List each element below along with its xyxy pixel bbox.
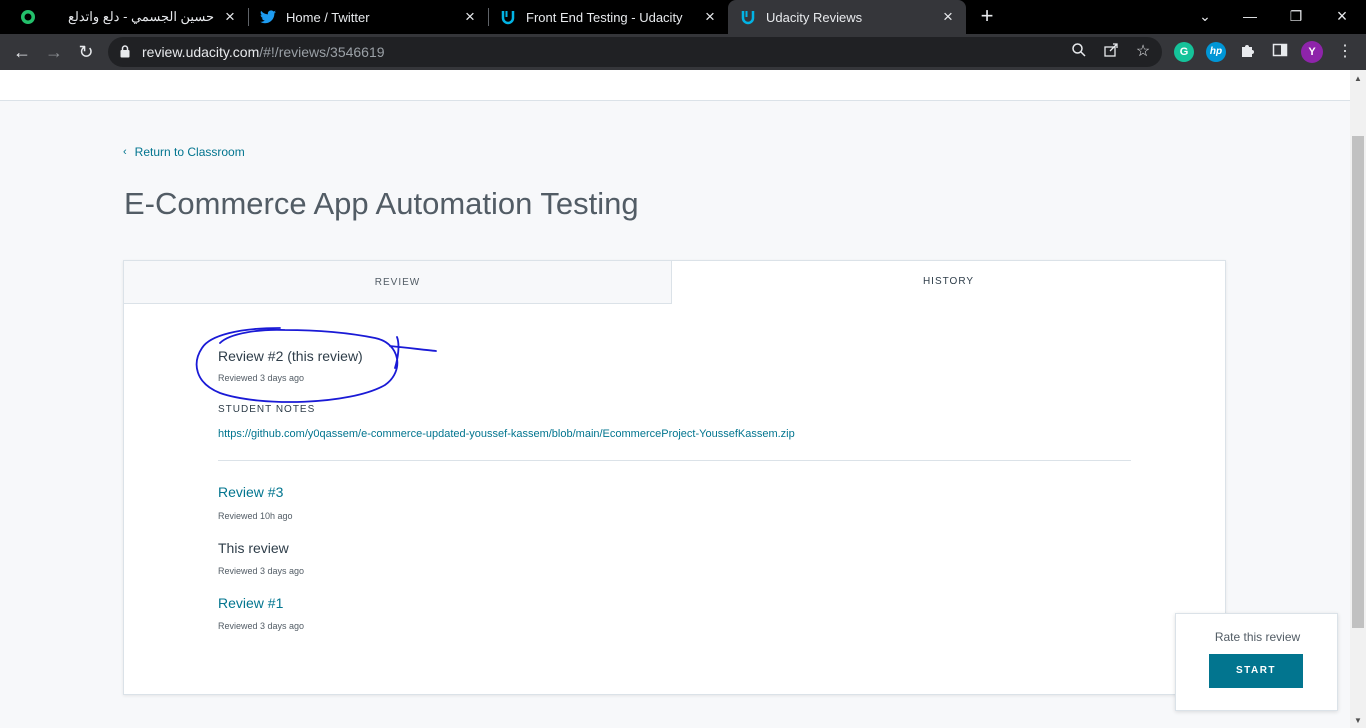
bookmark-star-icon[interactable]: ☆ [1133,42,1153,62]
restore-icon[interactable]: ❐ [1284,4,1308,28]
history-item-meta: Reviewed 3 days ago [218,566,305,576]
close-window-icon[interactable]: × [1330,4,1354,28]
minimize-icon[interactable]: — [1238,4,1262,28]
tab-review[interactable]: REVIEW [124,261,672,304]
student-notes-link[interactable]: https://github.com/y0qassem/e-commerce-u… [218,428,795,440]
rate-review-title: Rate this review [1214,630,1301,644]
new-tab-plus-icon[interactable]: + [976,5,998,29]
forward-arrow-icon[interactable]: → [42,40,66,64]
close-tab-icon[interactable]: × [938,7,958,27]
tab-udacity-reviews[interactable]: Udacity Reviews × [728,0,966,34]
browser-toolbar: ← → ↻ review.udacity.com/#!/reviews/3546… [0,34,1366,70]
close-tab-icon[interactable]: × [460,7,480,27]
student-notes-label: STUDENT NOTES [218,404,316,415]
browser-window: حسين الجسمي - دلع واتدلع × Home / Twitte… [0,0,1366,728]
url-path: /#!/reviews/3546619 [259,44,385,60]
divider [218,460,1131,461]
tab-history[interactable]: HISTORY [672,261,1225,302]
green-app-icon [20,9,36,25]
profile-avatar[interactable]: Y [1301,41,1323,63]
side-panel-icon[interactable] [1270,42,1290,62]
zoom-icon[interactable] [1069,42,1089,62]
lock-icon [120,45,130,58]
reload-icon[interactable]: ↻ [74,40,98,64]
history-item-meta: Reviewed 10h ago [218,511,293,521]
tab-title: Home / Twitter [286,9,370,25]
url-host: review.udacity.com [142,44,260,60]
tab-search-chevron-icon[interactable]: ⌄ [1193,4,1217,28]
start-button[interactable]: START [1209,654,1303,688]
tab-music[interactable]: حسين الجسمي - دلع واتدلع × [8,0,248,34]
close-tab-icon[interactable]: × [700,7,720,27]
url-text: review.udacity.com/#!/reviews/3546619 [142,44,385,60]
review-card: REVIEW HISTORY Review #2 (this review) R… [123,260,1226,695]
tab-title: حسين الجسمي - دلع واتدلع [67,9,214,24]
address-bar[interactable]: review.udacity.com/#!/reviews/3546619 ☆ [108,37,1162,67]
tab-title: Udacity Reviews [766,9,863,25]
close-tab-icon[interactable]: × [220,7,240,27]
hp-icon[interactable]: hp [1206,42,1226,62]
scroll-up-arrow-icon[interactable]: ▲ [1350,72,1366,86]
grammarly-icon[interactable]: G [1174,42,1194,62]
history-item-review-1[interactable]: Review #1 [218,595,283,611]
current-review-heading: Review #2 (this review) [218,348,363,364]
site-header [0,70,1350,101]
tab-title: Front End Testing - Udacity [526,9,683,25]
current-review-meta: Reviewed 3 days ago [218,373,305,383]
back-arrow-icon[interactable]: ← [10,40,34,64]
history-item-meta: Reviewed 3 days ago [218,621,305,631]
history-item-review-3[interactable]: Review #3 [218,484,283,500]
twitter-icon [260,9,276,25]
back-link-label: Return to Classroom [134,145,245,159]
history-item-this-review: This review [218,540,289,556]
scroll-down-arrow-icon[interactable]: ▼ [1350,714,1366,728]
return-to-classroom-link[interactable]: ‹ Return to Classroom [123,145,245,159]
udacity-icon [500,9,516,25]
udacity-icon [740,9,756,25]
menu-kebab-icon[interactable]: ⋮ [1333,40,1357,64]
extensions-puzzle-icon[interactable] [1238,42,1258,62]
scrollbar-thumb[interactable] [1352,136,1364,628]
rate-review-panel: Rate this review START [1175,613,1338,711]
chevron-left-icon: ‹ [123,146,127,158]
tab-twitter[interactable]: Home / Twitter × [248,0,488,34]
page-title: E-Commerce App Automation Testing [124,186,639,221]
tab-front-end-testing[interactable]: Front End Testing - Udacity × [488,0,728,34]
tab-strip: حسين الجسمي - دلع واتدلع × Home / Twitte… [0,0,1366,34]
share-icon[interactable] [1101,42,1121,62]
page-content: ‹ Return to Classroom E-Commerce App Aut… [0,70,1350,728]
